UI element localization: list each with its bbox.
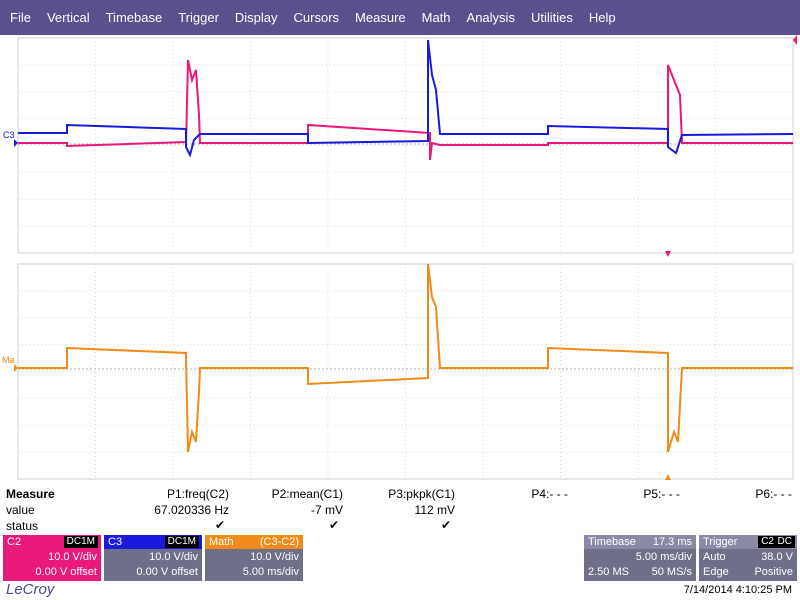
c2-offset: 0.00 V offset	[35, 566, 97, 578]
param-p1-value: 67.020336 Hz	[154, 503, 229, 517]
param-p3-status-icon: ✔	[440, 518, 451, 532]
lecroy-logo: LeCroy	[6, 581, 55, 598]
param-p2-value: -7 mV	[310, 503, 343, 517]
trigger-type: Edge	[703, 566, 729, 578]
row-label-status: status	[6, 519, 39, 533]
trigger-mode: Auto	[703, 551, 726, 563]
param-p1-status-icon: ✔	[214, 518, 225, 532]
menu-cursors[interactable]: Cursors	[284, 10, 340, 25]
param-p5-name[interactable]: P5:- - -	[643, 487, 680, 501]
math-formula: (C3-C2)	[259, 536, 299, 548]
trigger-level: 38.0 V	[761, 551, 793, 563]
math-level-icon	[14, 364, 18, 372]
c2-vdiv: 10.0 V/div	[48, 551, 97, 563]
menu-trigger[interactable]: Trigger	[168, 10, 219, 25]
param-p1-name[interactable]: P1:freq(C2)	[167, 487, 229, 501]
timebase-tdiv: 5.00 ms/div	[635, 551, 692, 563]
param-p2-name[interactable]: P2:mean(C1)	[272, 487, 343, 501]
trigger-box[interactable]: Trigger C2 DC Auto 38.0 V Edge Positive	[699, 535, 797, 581]
measure-table: Measure value status P1:freq(C2) 67.0203…	[0, 485, 800, 535]
c2-channel-box[interactable]: C2 DC1M 10.0 V/div 0.00 V offset	[3, 535, 101, 581]
c3-label: C3	[108, 536, 123, 548]
trigger-coupling-badge: DC	[774, 536, 795, 548]
upper-waveform-grid[interactable]: C3	[0, 35, 800, 260]
timebase-header: Timebase 17.3 ms	[584, 535, 696, 549]
c3-offset: 0.00 V offset	[136, 566, 198, 578]
menu-analysis[interactable]: Analysis	[457, 10, 515, 25]
c3-coupling-badge: DC1M	[164, 536, 199, 548]
param-p2-status-icon: ✔	[328, 518, 339, 532]
c2-coupling-badge: DC1M	[63, 536, 98, 548]
menu-display[interactable]: Display	[225, 10, 278, 25]
c3-vdiv: 10.0 V/div	[149, 551, 198, 563]
timebase-label: Timebase	[588, 536, 636, 548]
c3-channel-box[interactable]: C3 DC1M 10.0 V/div 0.00 V offset	[104, 535, 202, 581]
datetime: 7/14/2014 4:10:25 PM	[683, 584, 792, 596]
math-header: Math (C3-C2)	[205, 535, 303, 549]
menu-math[interactable]: Math	[412, 10, 451, 25]
c2-label: C2	[7, 536, 22, 548]
lower-waveform-grid[interactable]: Ma	[0, 262, 800, 482]
trigger-slope: Positive	[754, 566, 793, 578]
math-marker: Ma	[2, 355, 15, 365]
menu-vertical[interactable]: Vertical	[37, 10, 90, 25]
param-p6-name[interactable]: P6:- - -	[755, 487, 792, 501]
c2-header: C2 DC1M	[3, 535, 101, 549]
math-channel-box[interactable]: Math (C3-C2) 10.0 V/div 5.00 ms/div	[205, 535, 303, 581]
menu-help[interactable]: Help	[579, 10, 616, 25]
menu-file[interactable]: File	[0, 10, 31, 25]
math-vdiv: 10.0 V/div	[250, 551, 299, 563]
row-label-value: value	[6, 503, 35, 517]
menu-utilities[interactable]: Utilities	[521, 10, 573, 25]
menu-timebase[interactable]: Timebase	[96, 10, 163, 25]
menu-bar: File Vertical Timebase Trigger Display C…	[0, 0, 800, 35]
param-p4-name[interactable]: P4:- - -	[531, 487, 568, 501]
param-p3-name[interactable]: P3:pkpk(C1)	[388, 487, 455, 501]
math-label: Math	[209, 536, 234, 548]
c3-header: C3 DC1M	[104, 535, 202, 549]
timebase-delay: 17.3 ms	[652, 536, 692, 548]
measure-title: Measure	[6, 487, 55, 501]
c3-marker: C3	[3, 130, 15, 140]
param-p3-value: 112 mV	[414, 503, 455, 517]
trigger-header: Trigger C2 DC	[699, 535, 797, 549]
trigger-label: Trigger	[703, 536, 738, 548]
math-tdiv: 5.00 ms/div	[242, 566, 299, 578]
trigger-position-icon	[665, 251, 671, 257]
timebase-samples: 2.50 MS	[588, 566, 629, 578]
menu-measure[interactable]: Measure	[345, 10, 406, 25]
c2-trigger-level-icon	[793, 35, 797, 45]
timebase-box[interactable]: Timebase 17.3 ms 5.00 ms/div 2.50 MS 50 …	[584, 535, 696, 581]
c3-level-icon	[14, 139, 18, 147]
timebase-rate: 50 MS/s	[651, 566, 692, 578]
